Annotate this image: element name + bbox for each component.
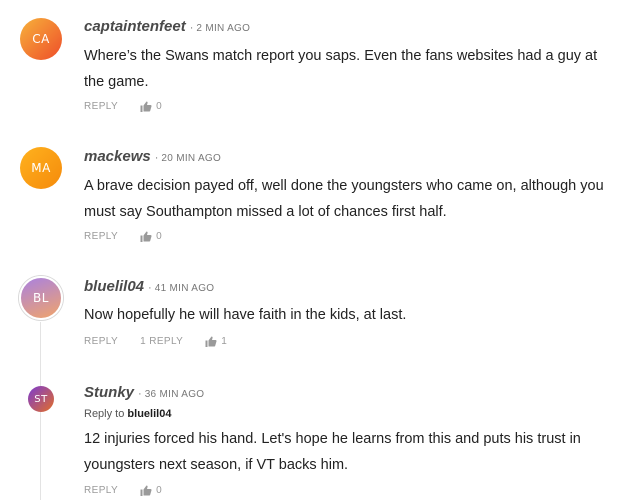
reply-to-user[interactable]: bluelil04 (127, 408, 171, 420)
comment-header: mackews · 20 MIN AGO (84, 148, 221, 166)
thumbs-up-icon (140, 485, 152, 496)
comment-username[interactable]: Stunky (84, 384, 134, 401)
reply-button[interactable]: REPLY (84, 231, 118, 242)
comment-username[interactable]: mackews (84, 148, 151, 165)
like-count: 1 (221, 336, 228, 347)
avatar[interactable]: BL (19, 276, 63, 320)
comment-text: 12 injuries forced his hand. Let's hope … (84, 431, 581, 473)
comment-timestamp: 2 MIN AGO (196, 23, 251, 34)
avatar-initials: MA (31, 161, 51, 175)
comment-username[interactable]: bluelil04 (84, 278, 144, 295)
comment-header: Stunky · 36 MIN AGO (84, 384, 204, 402)
avatar-initials: BL (33, 291, 49, 305)
comment-text: A brave decision payed off, well done th… (84, 178, 604, 220)
reply-button[interactable]: REPLY (84, 101, 118, 112)
comment-header: captaintenfeet · 2 MIN AGO (84, 18, 250, 36)
reply-button[interactable]: REPLY (84, 485, 118, 496)
separator-dot: · (189, 22, 194, 34)
like-count: 0 (156, 231, 163, 242)
avatar[interactable]: ST (28, 386, 54, 412)
thumbs-up-icon (205, 336, 217, 347)
separator-dot: · (138, 388, 142, 400)
avatar[interactable]: MA (20, 147, 62, 189)
avatar-initials: ST (34, 393, 48, 405)
reply-button[interactable]: REPLY (84, 336, 118, 347)
like-count: 0 (156, 485, 163, 496)
view-replies-button[interactable]: 1 REPLY (140, 336, 183, 347)
reply-to-label: Reply to bluelil04 (84, 408, 171, 420)
like-button[interactable]: 0 (140, 231, 162, 242)
comment-text: Where’s the Swans match report you saps.… (84, 48, 598, 90)
avatar-initials: CA (32, 32, 50, 46)
separator-dot: · (148, 282, 152, 294)
like-button[interactable]: 0 (140, 485, 162, 496)
comment-actions: REPLY 0 (84, 231, 162, 242)
comment-text: Now hopefully he will have faith in the … (84, 307, 407, 323)
comment-actions: REPLY 1 REPLY 1 (84, 336, 227, 347)
avatar[interactable]: CA (20, 18, 62, 60)
comment-header: bluelil04 · 41 MIN AGO (84, 278, 214, 296)
like-count: 0 (156, 101, 163, 112)
comment-actions: REPLY 0 (84, 485, 162, 496)
comment-actions: REPLY 0 (84, 101, 162, 112)
comment-timestamp: 36 MIN AGO (144, 389, 205, 400)
separator-dot: · (154, 152, 159, 164)
like-button[interactable]: 0 (140, 101, 162, 112)
like-button[interactable]: 1 (205, 336, 227, 347)
reply-to-prefix: Reply to (84, 408, 125, 420)
comment-username[interactable]: captaintenfeet (84, 18, 186, 35)
comment-timestamp: 41 MIN AGO (154, 283, 215, 294)
thumbs-up-icon (140, 101, 152, 112)
thumbs-up-icon (140, 231, 152, 242)
comment-timestamp: 20 MIN AGO (161, 153, 222, 164)
